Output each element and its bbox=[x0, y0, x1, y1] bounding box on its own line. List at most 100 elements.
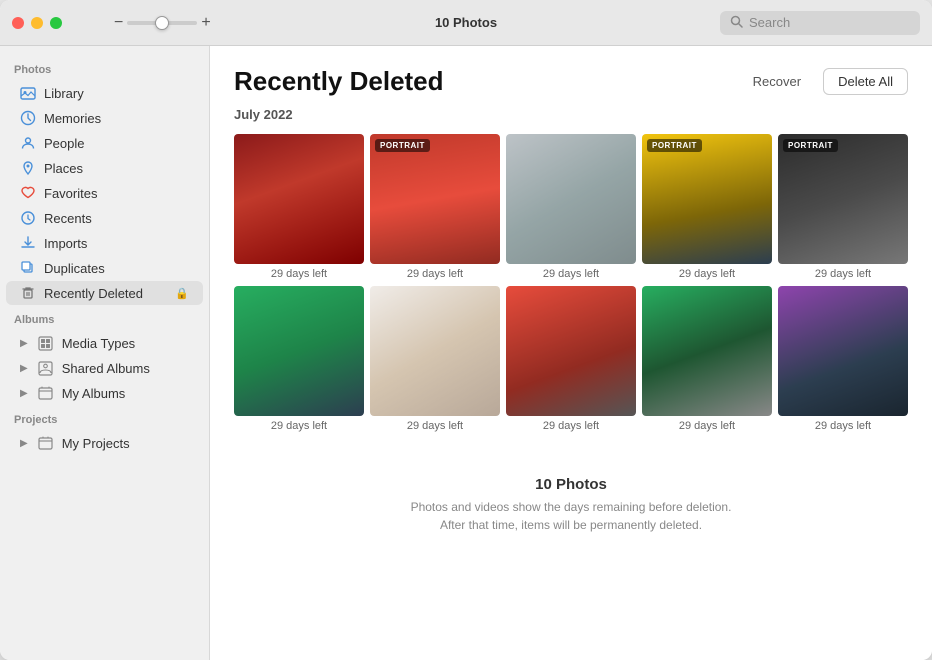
photo-thumbnail bbox=[778, 286, 908, 416]
content-header: Recently Deleted Recover Delete All bbox=[234, 66, 908, 97]
media-types-label: Media Types bbox=[62, 336, 135, 351]
sidebar-item-people[interactable]: People bbox=[6, 131, 203, 155]
minimize-button[interactable] bbox=[31, 17, 43, 29]
recents-label: Recents bbox=[44, 211, 92, 226]
shared-albums-label: Shared Albums bbox=[62, 361, 150, 376]
days-left: 29 days left bbox=[815, 420, 871, 432]
zoom-in-icon[interactable]: + bbox=[201, 14, 210, 32]
photo-item[interactable]: 29 days left bbox=[778, 286, 908, 432]
date-section: July 2022 bbox=[234, 107, 908, 122]
photo-item[interactable]: 29 days left bbox=[234, 134, 364, 280]
places-icon bbox=[20, 160, 36, 176]
days-left: 29 days left bbox=[543, 268, 599, 280]
duplicates-label: Duplicates bbox=[44, 261, 105, 276]
photo-thumbnail: PORTRAIT bbox=[778, 134, 908, 264]
photo-item[interactable]: 29 days left bbox=[506, 286, 636, 432]
albums-section-label: Albums bbox=[0, 306, 209, 330]
chevron-right-icon-3: ▶ bbox=[20, 388, 28, 399]
projects-section-label: Projects bbox=[0, 406, 209, 430]
photo-thumbnail: PORTRAIT bbox=[370, 134, 500, 264]
search-input[interactable]: Search bbox=[749, 15, 790, 30]
sidebar-item-imports[interactable]: Imports bbox=[6, 231, 203, 255]
days-left: 29 days left bbox=[271, 420, 327, 432]
sidebar-item-my-albums[interactable]: ▶ My Albums bbox=[6, 381, 203, 405]
lock-icon: 🔒 bbox=[175, 287, 189, 300]
media-types-icon bbox=[38, 335, 54, 351]
photo-thumbnail bbox=[370, 286, 500, 416]
duplicates-icon bbox=[20, 260, 36, 276]
search-icon bbox=[730, 15, 743, 31]
photo-item[interactable]: PORTRAIT 29 days left bbox=[778, 134, 908, 280]
days-left: 29 days left bbox=[543, 420, 599, 432]
photo-thumbnail bbox=[234, 286, 364, 416]
chevron-right-icon: ▶ bbox=[20, 338, 28, 349]
people-icon bbox=[20, 135, 36, 151]
sidebar-item-media-types[interactable]: ▶ Media Types bbox=[6, 331, 203, 355]
my-projects-label: My Projects bbox=[62, 436, 130, 451]
search-bar[interactable]: Search bbox=[720, 11, 920, 35]
photo-thumbnail bbox=[642, 286, 772, 416]
delete-all-button[interactable]: Delete All bbox=[823, 68, 908, 95]
days-left: 29 days left bbox=[407, 420, 463, 432]
recover-button[interactable]: Recover bbox=[739, 68, 815, 95]
sidebar-item-recently-deleted[interactable]: Recently Deleted 🔒 bbox=[6, 281, 203, 305]
sidebar-item-duplicates[interactable]: Duplicates bbox=[6, 256, 203, 280]
days-left: 29 days left bbox=[407, 268, 463, 280]
sidebar: Photos Library M bbox=[0, 46, 210, 660]
photo-thumbnail: PORTRAIT bbox=[642, 134, 772, 264]
imports-icon bbox=[20, 235, 36, 251]
my-albums-icon bbox=[38, 385, 54, 401]
close-button[interactable] bbox=[12, 17, 24, 29]
people-label: People bbox=[44, 136, 84, 151]
sidebar-item-recents[interactable]: Recents bbox=[6, 206, 203, 230]
sidebar-item-library[interactable]: Library bbox=[6, 81, 203, 105]
favorites-icon bbox=[20, 185, 36, 201]
recents-icon bbox=[20, 210, 36, 226]
photo-thumbnail bbox=[506, 134, 636, 264]
main-layout: Photos Library M bbox=[0, 46, 932, 660]
photo-item[interactable]: 29 days left bbox=[642, 286, 772, 432]
days-left: 29 days left bbox=[679, 268, 735, 280]
footer-count: 10 Photos bbox=[234, 476, 908, 493]
shared-albums-icon bbox=[38, 360, 54, 376]
photo-grid: 29 days left PORTRAIT 29 days left 29 da… bbox=[234, 134, 908, 432]
photo-item[interactable]: 29 days left bbox=[234, 286, 364, 432]
portrait-badge: PORTRAIT bbox=[783, 139, 838, 152]
photo-item[interactable]: 29 days left bbox=[370, 286, 500, 432]
footer-info: 10 Photos Photos and videos show the day… bbox=[234, 456, 908, 544]
sidebar-item-favorites[interactable]: Favorites bbox=[6, 181, 203, 205]
app-window: − + 10 Photos Search Photos bbox=[0, 0, 932, 660]
sidebar-item-shared-albums[interactable]: ▶ Shared Albums bbox=[6, 356, 203, 380]
library-icon bbox=[20, 85, 36, 101]
sidebar-item-my-projects[interactable]: ▶ My Projects bbox=[6, 431, 203, 455]
zoom-thumb[interactable] bbox=[155, 16, 169, 30]
photo-item[interactable]: PORTRAIT 29 days left bbox=[642, 134, 772, 280]
photo-thumbnail bbox=[234, 134, 364, 264]
content-area: Recently Deleted Recover Delete All July… bbox=[210, 46, 932, 660]
traffic-lights bbox=[12, 17, 62, 29]
zoom-out-icon[interactable]: − bbox=[114, 14, 123, 32]
chevron-right-icon-2: ▶ bbox=[20, 363, 28, 374]
sidebar-item-memories[interactable]: Memories bbox=[6, 106, 203, 130]
recently-deleted-label: Recently Deleted bbox=[44, 286, 143, 301]
days-left: 29 days left bbox=[815, 268, 871, 280]
maximize-button[interactable] bbox=[50, 17, 62, 29]
page-title: Recently Deleted bbox=[234, 66, 444, 97]
days-left: 29 days left bbox=[271, 268, 327, 280]
sidebar-item-places[interactable]: Places bbox=[6, 156, 203, 180]
portrait-badge: PORTRAIT bbox=[375, 139, 430, 152]
zoom-slider[interactable] bbox=[127, 21, 197, 25]
photo-thumbnail bbox=[506, 286, 636, 416]
recently-deleted-icon bbox=[20, 285, 36, 301]
photo-item[interactable]: PORTRAIT 29 days left bbox=[370, 134, 500, 280]
zoom-controls: − + bbox=[114, 14, 211, 32]
chevron-right-icon-4: ▶ bbox=[20, 438, 28, 449]
days-left: 29 days left bbox=[679, 420, 735, 432]
photo-item[interactable]: 29 days left bbox=[506, 134, 636, 280]
my-albums-label: My Albums bbox=[62, 386, 126, 401]
footer-description: Photos and videos show the days remainin… bbox=[234, 498, 908, 534]
photos-section-label: Photos bbox=[0, 56, 209, 80]
memories-label: Memories bbox=[44, 111, 101, 126]
my-projects-icon bbox=[38, 435, 54, 451]
places-label: Places bbox=[44, 161, 83, 176]
